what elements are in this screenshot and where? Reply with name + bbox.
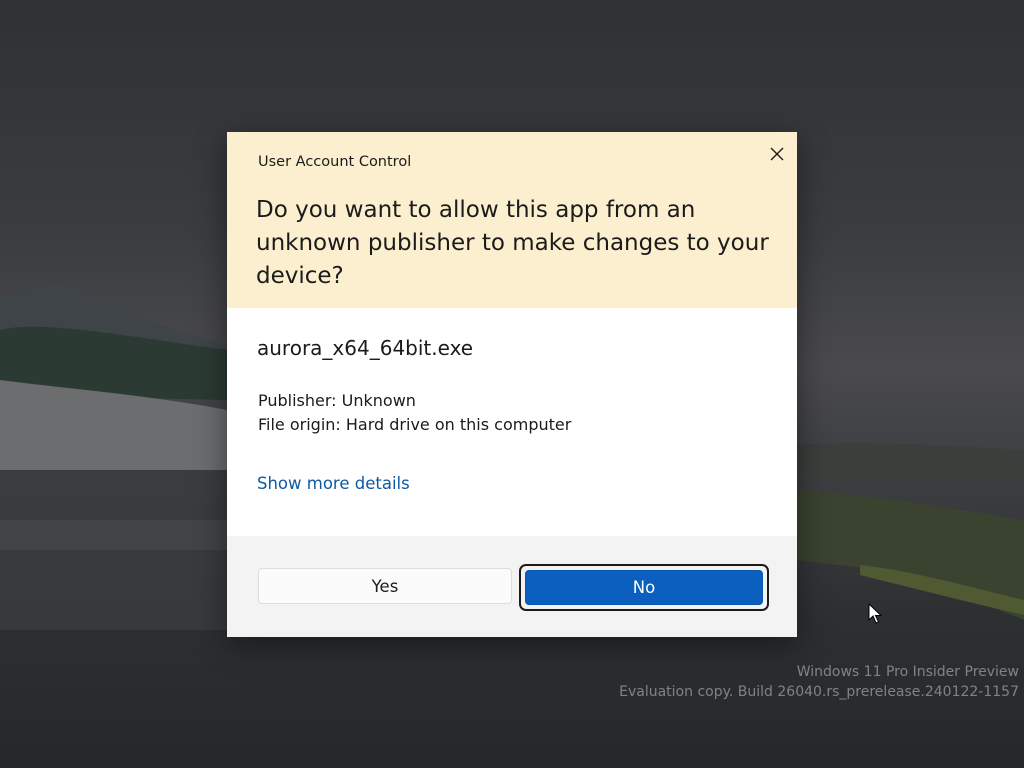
- close-button[interactable]: [761, 142, 793, 166]
- mouse-pointer-icon: [868, 603, 882, 624]
- file-origin-label: File origin: Hard drive on this computer: [258, 415, 572, 434]
- no-button[interactable]: No: [525, 570, 763, 605]
- watermark-edition: Windows 11 Pro Insider Preview: [796, 664, 1019, 680]
- dialog-footer: Yes No: [227, 536, 797, 637]
- watermark-build: Evaluation copy. Build 26040.rs_prerelea…: [619, 684, 1019, 700]
- desktop-background: User Account Control Do you want to allo…: [0, 0, 1024, 768]
- dialog-body: aurora_x64_64bit.exe Publisher: Unknown …: [227, 308, 797, 536]
- yes-button[interactable]: Yes: [258, 568, 512, 604]
- dialog-question: Do you want to allow this app from an un…: [256, 197, 769, 289]
- publisher-label: Publisher: Unknown: [258, 391, 416, 410]
- dialog-title: User Account Control: [258, 154, 412, 170]
- uac-dialog: User Account Control Do you want to allo…: [227, 132, 797, 637]
- close-icon: [770, 147, 784, 161]
- dialog-header: User Account Control Do you want to allo…: [227, 132, 797, 308]
- show-more-details-link[interactable]: Show more details: [257, 474, 410, 493]
- app-name: aurora_x64_64bit.exe: [257, 336, 474, 360]
